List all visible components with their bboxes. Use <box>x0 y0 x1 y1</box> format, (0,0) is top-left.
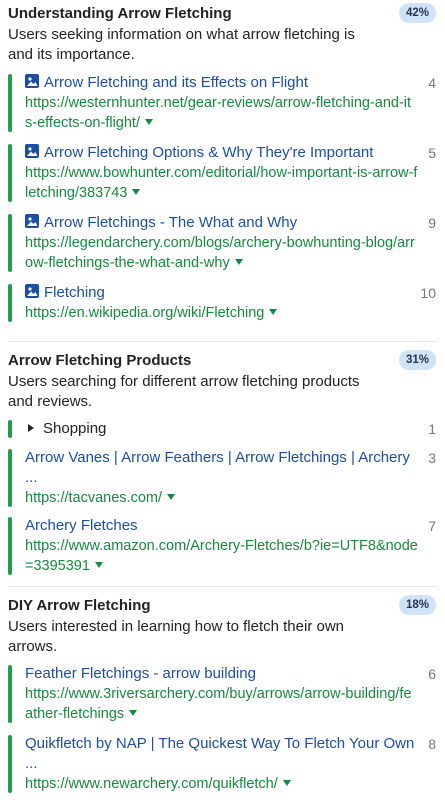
result-rank: 8 <box>428 736 436 752</box>
intent-group-title: Arrow Fletching Products <box>8 352 192 369</box>
result-title-link[interactable]: Archery Fletches <box>25 516 418 536</box>
result-accent-bar <box>8 665 12 723</box>
result-accent-bar <box>8 214 12 272</box>
result-item: Archery Fletches https://www.amazon.com/… <box>8 516 437 576</box>
result-rank: 5 <box>428 145 436 161</box>
image-icon <box>25 284 39 298</box>
intent-group-title: Understanding Arrow Fletching <box>8 5 232 22</box>
caret-down-icon[interactable] <box>234 259 243 265</box>
result-accent-bar <box>8 144 12 202</box>
image-icon <box>25 214 39 228</box>
result-url[interactable]: https://www.newarchery.com/quikfletch/ <box>25 774 418 794</box>
intent-group-header: Understanding Arrow Fletching 42% Users … <box>8 3 437 63</box>
result-url[interactable]: https://www.3riversarchery.com/buy/arrow… <box>25 684 418 724</box>
result-title-text: Arrow Fletchings - The What and Why <box>44 214 298 231</box>
percent-badge: 18% <box>398 595 436 615</box>
result-url[interactable]: https://www.amazon.com/Archery-Fletches/… <box>25 536 418 576</box>
result-rank: 4 <box>428 75 436 91</box>
result-title-link[interactable]: Arrow Fletching Options & Why They're Im… <box>25 143 418 163</box>
caret-down-icon[interactable] <box>129 710 138 716</box>
result-url-text: https://www.3riversarchery.com/buy/arrow… <box>25 686 412 722</box>
result-title-link[interactable]: Arrow Fletchings - The What and Why <box>25 213 418 233</box>
result-rank: 10 <box>420 285 436 301</box>
result-item: Quikfletch by NAP | The Quickest Way To … <box>8 734 437 794</box>
result-url-text: https://www.amazon.com/Archery-Fletches/… <box>25 538 418 574</box>
result-item: Arrow Vanes | Arrow Feathers | Arrow Fle… <box>8 448 437 508</box>
result-title-link[interactable]: Arrow Vanes | Arrow Feathers | Arrow Fle… <box>25 448 418 488</box>
result-title-link[interactable]: Arrow Fletching and its Effects on Fligh… <box>25 73 418 93</box>
caret-down-icon[interactable] <box>167 494 176 500</box>
result-url-text: https://en.wikipedia.org/wiki/Fletching <box>25 305 265 321</box>
result-title-link[interactable]: Feather Fletchings - arrow building <box>25 664 418 684</box>
result-url-text: https://www.bowhunter.com/editorial/how-… <box>25 165 418 201</box>
result-accent-bar <box>8 420 12 438</box>
intent-group-description: Users interested in learning how to flet… <box>8 618 345 655</box>
result-rank: 1 <box>428 421 436 437</box>
result-item: Arrow Fletchings - The What and Why http… <box>8 213 437 273</box>
result-accent-bar <box>8 517 12 575</box>
result-url[interactable]: https://westernhunter.net/gear-reviews/a… <box>25 93 418 133</box>
shopping-label: Shopping <box>43 420 107 437</box>
result-item: Feather Fletchings - arrow building http… <box>8 664 437 724</box>
result-url-text: https://www.newarchery.com/quikfletch/ <box>25 776 278 792</box>
caret-down-icon[interactable] <box>132 189 141 195</box>
result-item: Arrow Fletching Options & Why They're Im… <box>8 143 437 203</box>
result-rank: 7 <box>428 518 436 534</box>
result-rank: 3 <box>428 450 436 466</box>
percent-badge: 42% <box>398 3 436 23</box>
result-title-text: Arrow Fletching Options & Why They're Im… <box>44 144 374 161</box>
intent-group-header: DIY Arrow Fletching 18% Users interested… <box>8 595 437 655</box>
result-title-text: Arrow Fletching and its Effects on Fligh… <box>44 74 309 91</box>
group-divider <box>8 341 437 342</box>
result-title-link[interactable]: Fletching <box>25 283 418 303</box>
intent-group-description: Users seeking information on what arrow … <box>8 26 355 63</box>
result-url-text: https://legendarchery.com/blogs/archery-… <box>25 235 415 271</box>
shopping-row[interactable]: Shopping 1 <box>8 419 437 439</box>
caret-down-icon[interactable] <box>282 780 291 786</box>
caret-down-icon[interactable] <box>269 309 278 315</box>
intent-group-description: Users searching for different arrow flet… <box>8 373 360 410</box>
result-title-link[interactable]: Quikfletch by NAP | The Quickest Way To … <box>25 734 418 774</box>
result-rank: 9 <box>428 215 436 231</box>
result-url[interactable]: https://legendarchery.com/blogs/archery-… <box>25 233 418 273</box>
result-item: Arrow Fletching and its Effects on Fligh… <box>8 73 437 133</box>
result-accent-bar <box>8 735 12 793</box>
result-item: Fletching https://en.wikipedia.org/wiki/… <box>8 283 437 323</box>
result-title-text: Fletching <box>44 284 105 301</box>
expand-triangle-icon[interactable] <box>28 424 34 432</box>
result-url[interactable]: https://www.bowhunter.com/editorial/how-… <box>25 163 418 203</box>
result-url[interactable]: https://en.wikipedia.org/wiki/Fletching <box>25 303 418 323</box>
image-icon <box>25 74 39 88</box>
result-rank: 6 <box>428 666 436 682</box>
intent-group-header: Arrow Fletching Products 31% Users searc… <box>8 350 437 410</box>
result-accent-bar <box>8 284 12 322</box>
percent-badge: 31% <box>398 350 436 370</box>
group-divider <box>8 586 437 587</box>
caret-down-icon[interactable] <box>94 562 103 568</box>
image-icon <box>25 144 39 158</box>
result-url-text: https://westernhunter.net/gear-reviews/a… <box>25 95 412 131</box>
intent-group-title: DIY Arrow Fletching <box>8 597 151 614</box>
result-accent-bar <box>8 74 12 132</box>
result-url-text: https://tacvanes.com/ <box>25 490 163 506</box>
result-accent-bar <box>8 449 12 507</box>
result-url[interactable]: https://tacvanes.com/ <box>25 488 418 508</box>
caret-down-icon[interactable] <box>144 119 153 125</box>
